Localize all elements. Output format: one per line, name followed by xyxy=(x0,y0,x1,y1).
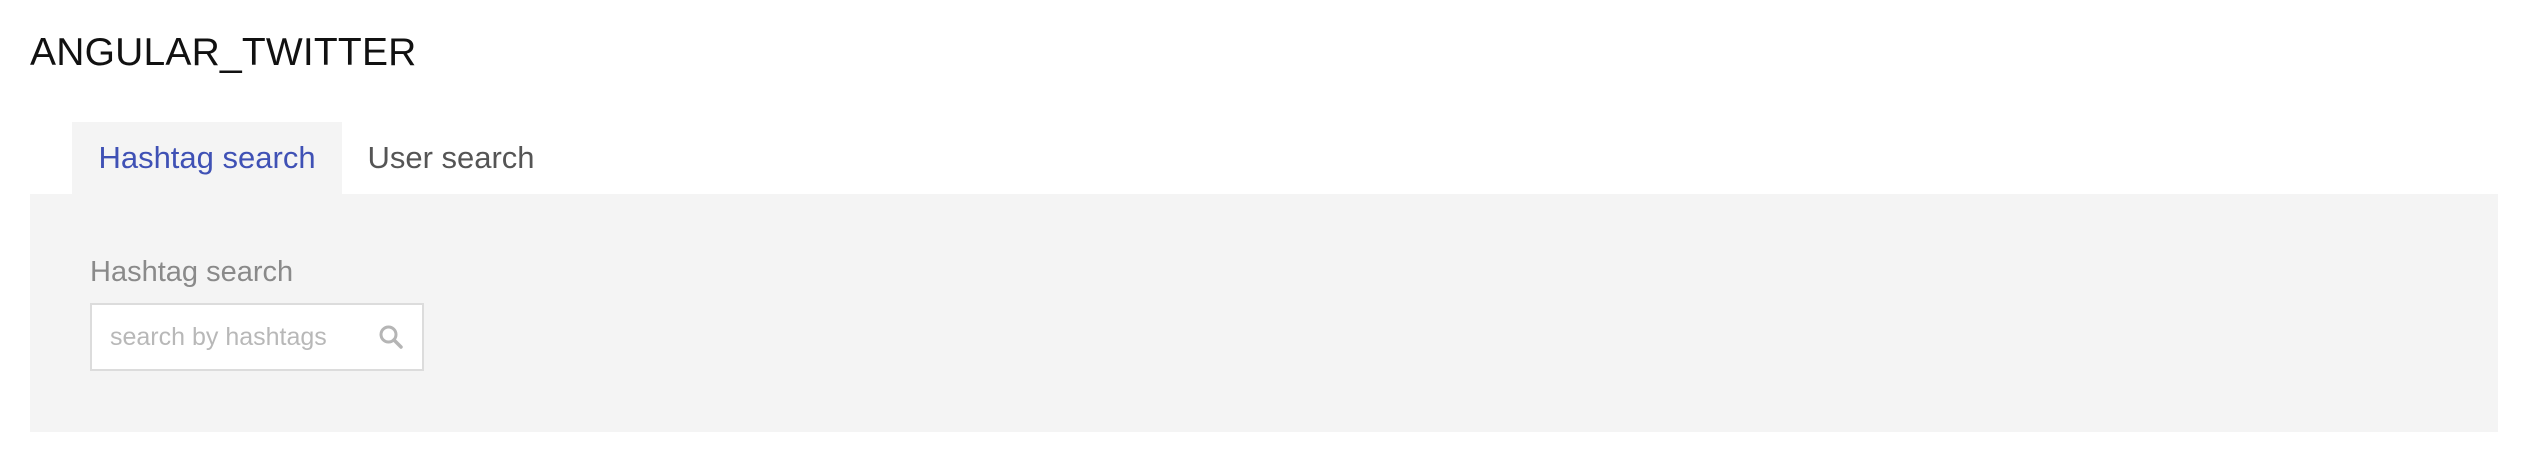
tab-bar: Hashtag search User search xyxy=(72,122,560,194)
search-icon[interactable] xyxy=(376,322,406,352)
app-root: ANGULAR_TWITTER Hashtag search User sear… xyxy=(0,0,2528,464)
hashtag-search-panel: Hashtag search xyxy=(30,194,2498,432)
hashtag-search-input[interactable] xyxy=(92,305,352,369)
hashtag-search-label: Hashtag search xyxy=(90,256,294,288)
tab-user-search[interactable]: User search xyxy=(342,122,560,194)
app-title: ANGULAR_TWITTER xyxy=(30,31,417,74)
search-box xyxy=(90,303,424,371)
tab-hashtag-search[interactable]: Hashtag search xyxy=(72,122,342,194)
